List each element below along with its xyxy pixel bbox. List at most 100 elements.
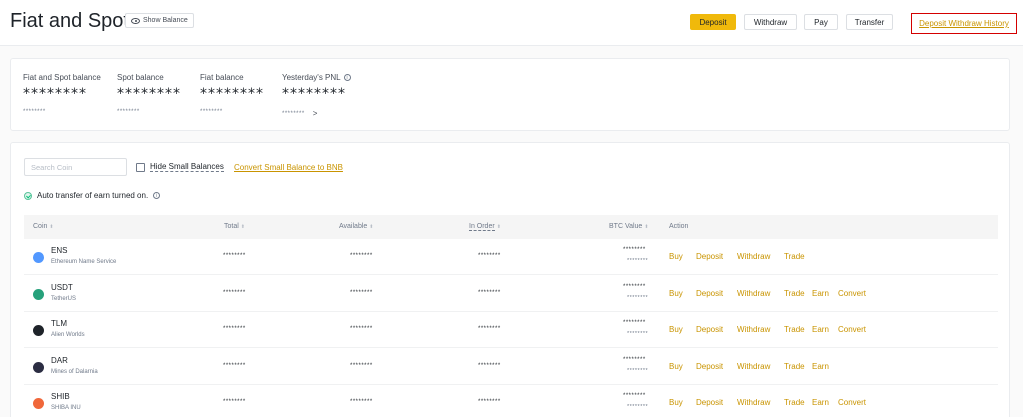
deposit-button[interactable]: Deposit: [690, 14, 736, 30]
dar-icon: [33, 361, 44, 373]
balance-value: ********: [23, 86, 87, 102]
coin-name: Mines of Dalarnia: [51, 368, 98, 375]
sort-icon: ⬍: [240, 223, 245, 230]
balance-sub-value: ********: [200, 109, 223, 115]
table-row: TLM Alien Worlds ******** ******** ******** *…: [24, 312, 998, 348]
col-action: Action: [669, 223, 689, 230]
available-value: ********: [350, 362, 373, 369]
action-trade-link[interactable]: Trade: [784, 362, 805, 371]
convert-small-balance-link[interactable]: Convert Small Balance to BNB: [234, 163, 343, 172]
table-row: DAR Mines of Dalarnia ******** ******** ****…: [24, 349, 998, 385]
col-available[interactable]: Available ⬍: [339, 223, 373, 230]
action-buy-link[interactable]: Buy: [669, 289, 683, 298]
coin-symbol: DAR: [51, 355, 68, 365]
fiat-balance: Fiat balance ******** ********: [200, 73, 264, 115]
action-convert-link[interactable]: Convert: [838, 325, 866, 334]
search-coin-input[interactable]: [24, 158, 127, 176]
btc-value: ********: [623, 320, 646, 326]
action-earn-link[interactable]: Earn: [812, 398, 829, 407]
action-withdraw-link[interactable]: Withdraw: [737, 362, 770, 371]
sort-icon: ⬍: [644, 223, 649, 230]
auto-transfer-text: Auto transfer of earn turned on.: [37, 191, 149, 200]
action-buy-link[interactable]: Buy: [669, 325, 683, 334]
coin-symbol: TLM: [51, 319, 67, 328]
transfer-button[interactable]: Transfer: [846, 14, 893, 30]
show-balance-toggle[interactable]: Show Balance: [125, 13, 194, 28]
coin-name: Alien Worlds: [51, 332, 85, 338]
in-order-value: ********: [478, 399, 501, 405]
col-total[interactable]: Total ⬍: [224, 223, 245, 230]
available-value: ********: [350, 289, 373, 296]
in-order-value: ********: [478, 326, 501, 332]
action-deposit-link[interactable]: Deposit: [696, 362, 723, 371]
btc-value-sub: ********: [627, 367, 649, 374]
deposit-withdraw-history-link[interactable]: Deposit Withdraw History: [919, 19, 1009, 28]
col-btc-value[interactable]: BTC Value ⬍: [609, 223, 649, 230]
btc-value: ********: [623, 393, 646, 399]
balance-value: ********: [117, 86, 181, 102]
chevron-right-icon[interactable]: >: [313, 109, 318, 118]
balance-label: Spot balance: [117, 73, 164, 82]
action-deposit-link[interactable]: Deposit: [696, 325, 723, 334]
table-header: Coin ⬍ Total ⬍ Available ⬍ In Order ⬍ BTC Va…: [24, 215, 998, 239]
action-withdraw-link[interactable]: Withdraw: [737, 252, 770, 261]
action-withdraw-link[interactable]: Withdraw: [737, 325, 770, 334]
table-row: ENS Ethereum Name Service ******** ********…: [24, 239, 998, 275]
action-earn-link[interactable]: Earn: [812, 362, 829, 371]
action-earn-link[interactable]: Earn: [812, 325, 829, 334]
balance-sub-value: ********: [282, 110, 305, 117]
col-in-order[interactable]: In Order ⬍: [469, 223, 501, 231]
in-order-value: ********: [478, 253, 501, 259]
usdt-icon: [33, 288, 44, 300]
table-row: SHIB SHIBA INU ******** ******** ******** ***…: [24, 385, 998, 417]
total-value: ********: [223, 362, 246, 369]
action-earn-link[interactable]: Earn: [812, 289, 829, 298]
btc-value: ********: [623, 356, 646, 363]
action-buy-link[interactable]: Buy: [669, 362, 683, 371]
info-icon[interactable]: i: [343, 74, 351, 81]
btc-value-sub: ********: [627, 294, 649, 301]
coin-symbol: ENS: [51, 246, 68, 255]
fiat-spot-balance: Fiat and Spot balance ******** ********: [23, 73, 101, 115]
action-withdraw-link[interactable]: Withdraw: [737, 398, 770, 407]
withdraw-button[interactable]: Withdraw: [744, 14, 797, 30]
action-convert-link[interactable]: Convert: [838, 289, 866, 298]
tlm-icon: [33, 325, 44, 336]
show-balance-label: Show Balance: [143, 17, 188, 24]
action-deposit-link[interactable]: Deposit: [696, 289, 723, 298]
in-order-value: ********: [478, 362, 501, 369]
assets-card: Hide Small Balances Convert Small Balanc…: [10, 142, 1010, 417]
action-deposit-link[interactable]: Deposit: [696, 398, 723, 407]
pay-button[interactable]: Pay: [804, 14, 838, 30]
balance-summary-card: Fiat and Spot balance ******** ******** …: [10, 58, 1010, 131]
sort-icon: ⬍: [369, 223, 374, 230]
action-withdraw-link[interactable]: Withdraw: [737, 289, 770, 298]
yesterday-pnl: Yesterday's PNL i ******** ******** >: [282, 73, 351, 118]
coin-name: SHIBA INU: [51, 405, 81, 411]
info-icon[interactable]: i: [153, 192, 161, 199]
coin-name: TetherUS: [51, 295, 77, 302]
col-coin[interactable]: Coin ⬍: [33, 223, 54, 230]
sort-icon: ⬍: [496, 224, 501, 230]
check-circle-icon: [24, 191, 32, 200]
action-convert-link[interactable]: Convert: [838, 398, 866, 407]
action-trade-link[interactable]: Trade: [784, 252, 805, 261]
btc-value-sub: ********: [627, 258, 649, 264]
total-value: ********: [223, 253, 246, 259]
ens-icon: [33, 252, 44, 263]
balance-sub-value: ********: [23, 109, 46, 115]
action-buy-link[interactable]: Buy: [669, 398, 683, 407]
action-trade-link[interactable]: Trade: [784, 289, 805, 298]
auto-transfer-notice: Auto transfer of earn turned on. i: [24, 191, 161, 200]
in-order-value: ********: [478, 289, 501, 296]
hide-small-balances[interactable]: Hide Small Balances: [136, 162, 224, 172]
hide-small-checkbox[interactable]: [136, 162, 145, 172]
shib-icon: [33, 398, 44, 409]
action-trade-link[interactable]: Trade: [784, 325, 805, 334]
btc-value: ********: [623, 247, 646, 253]
coin-symbol: USDT: [51, 282, 73, 292]
action-trade-link[interactable]: Trade: [784, 398, 805, 407]
action-buy-link[interactable]: Buy: [669, 252, 683, 261]
action-deposit-link[interactable]: Deposit: [696, 252, 723, 261]
btc-value: ********: [623, 283, 646, 290]
